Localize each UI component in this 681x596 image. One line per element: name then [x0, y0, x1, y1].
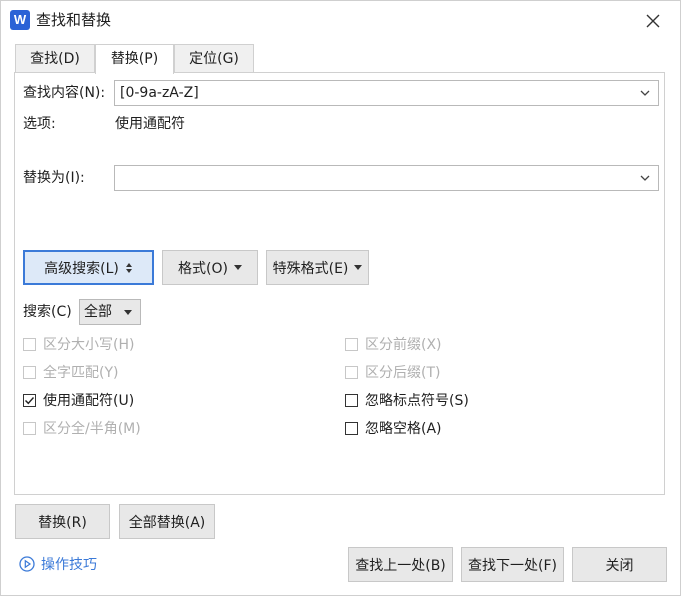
chevron-down-icon[interactable] — [638, 171, 652, 185]
replace-all-button[interactable]: 全部替换(A) — [119, 504, 215, 539]
ignore-punctuation-checkbox[interactable]: 忽略标点符号(S) — [345, 389, 469, 411]
ignore-spaces-label: 忽略空格(A) — [365, 421, 442, 437]
whole-word-label: 全字匹配(Y) — [43, 365, 119, 381]
match-prefix-checkbox[interactable]: 区分前缀(X) — [345, 333, 442, 355]
match-suffix-label: 区分后缀(T) — [365, 365, 441, 381]
match-width-checkbox[interactable]: 区分全/半角(M) — [23, 417, 141, 439]
checkbox-box — [345, 337, 358, 351]
replace-tab-panel: 查找内容(N): [0-9a-zA-Z] 选项: 使用通配符 替换为(I): 高… — [14, 72, 665, 495]
up-down-icon — [125, 262, 132, 273]
find-what-value: [0-9a-zA-Z] — [120, 85, 199, 101]
ignore-punctuation-label: 忽略标点符号(S) — [365, 393, 469, 409]
checkbox-box — [345, 365, 358, 379]
play-circle-icon — [19, 556, 35, 572]
options-label: 选项: — [23, 116, 56, 132]
match-case-checkbox[interactable]: 区分大小写(H) — [23, 333, 134, 355]
search-direction-select[interactable]: 全部 — [79, 299, 141, 325]
find-next-button[interactable]: 查找下一处(F) — [461, 547, 564, 582]
checkbox-box — [345, 393, 358, 407]
options-value: 使用通配符 — [115, 116, 185, 132]
replace-with-label: 替换为(I): — [23, 170, 85, 186]
checkbox-box — [23, 421, 36, 435]
dialog-title: 查找和替换 — [36, 11, 112, 29]
advanced-search-button[interactable]: 高级搜索(L) — [23, 250, 154, 285]
use-wildcards-checkbox[interactable]: 使用通配符(U) — [23, 389, 134, 411]
close-window-button[interactable] — [641, 9, 665, 33]
title-bar: W 查找和替换 — [1, 1, 680, 39]
chevron-down-icon[interactable] — [638, 86, 652, 100]
find-what-combobox[interactable]: [0-9a-zA-Z] — [114, 80, 659, 106]
tab-find[interactable]: 查找(D) — [15, 44, 95, 72]
operation-tips-link[interactable]: 操作技巧 — [19, 554, 97, 574]
match-prefix-label: 区分前缀(X) — [365, 337, 442, 353]
use-wildcards-label: 使用通配符(U) — [43, 393, 135, 409]
caret-down-icon — [233, 265, 242, 270]
search-direction-label: 搜索(C) — [23, 304, 72, 320]
match-suffix-checkbox[interactable]: 区分后缀(T) — [345, 361, 440, 383]
replace-button[interactable]: 替换(R) — [15, 504, 110, 539]
close-icon — [646, 14, 660, 28]
ignore-spaces-checkbox[interactable]: 忽略空格(A) — [345, 417, 442, 439]
advanced-search-label: 高级搜索(L) — [44, 260, 119, 277]
format-label: 格式(O) — [178, 260, 228, 277]
special-format-button[interactable]: 特殊格式(E) — [266, 250, 369, 285]
find-previous-button[interactable]: 查找上一处(B) — [348, 547, 453, 582]
find-replace-dialog: W 查找和替换 查找(D) 替换(P) 定位(G) 查找内容(N): [0-9a… — [0, 0, 681, 596]
tab-replace[interactable]: 替换(P) — [95, 44, 174, 74]
checkbox-box — [23, 365, 36, 379]
checkbox-box — [345, 421, 358, 435]
wps-writer-icon: W — [10, 10, 30, 30]
format-button[interactable]: 格式(O) — [162, 250, 258, 285]
checkbox-box — [23, 337, 36, 351]
caret-down-icon — [124, 310, 132, 315]
whole-word-checkbox[interactable]: 全字匹配(Y) — [23, 361, 118, 383]
replace-with-combobox[interactable] — [114, 165, 659, 191]
caret-down-icon — [354, 265, 363, 270]
tab-goto[interactable]: 定位(G) — [174, 44, 254, 72]
special-format-label: 特殊格式(E) — [272, 260, 349, 277]
match-width-label: 区分全/半角(M) — [43, 421, 141, 437]
operation-tips-label: 操作技巧 — [41, 557, 97, 573]
checkmark-icon — [25, 396, 35, 404]
search-direction-value: 全部 — [84, 304, 112, 320]
match-case-label: 区分大小写(H) — [43, 337, 135, 353]
checkbox-box — [23, 393, 36, 407]
close-button[interactable]: 关闭 — [572, 547, 667, 582]
find-what-label: 查找内容(N): — [23, 85, 106, 101]
